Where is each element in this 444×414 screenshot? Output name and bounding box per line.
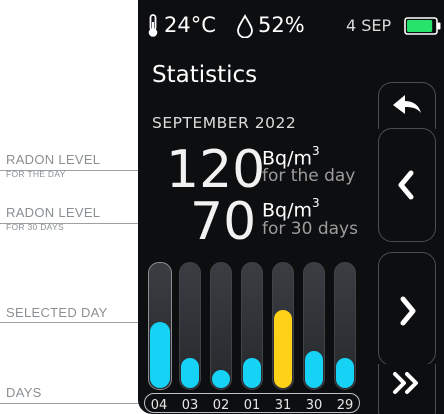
- double-chevron-right-icon: [393, 372, 418, 394]
- annotation-radon-day-title: RADON LEVEL: [6, 152, 101, 167]
- month-label: SEPTEMBER 2022: [152, 114, 297, 132]
- day-bar-fill: [305, 351, 323, 388]
- day-bar-fill: [336, 358, 354, 388]
- radon-day-value: 120: [166, 140, 266, 200]
- humidity-drop-icon: [236, 14, 254, 42]
- day-bar-fill: [243, 358, 261, 388]
- page-title: Statistics: [152, 62, 258, 88]
- day-bar-01[interactable]: [241, 262, 263, 390]
- radon-30-unit-superscript: 3: [312, 196, 320, 210]
- annotation-radon-30-title: RADON LEVEL: [6, 205, 101, 220]
- day-label-02[interactable]: 02: [207, 398, 235, 413]
- day-bar-fill: [181, 358, 199, 388]
- annotation-days: DAYS: [6, 385, 42, 400]
- annotation-line-days: [0, 403, 146, 404]
- annotation-line-radon-30: [0, 223, 160, 224]
- status-date: 4 SEP: [346, 16, 392, 35]
- day-bar-03[interactable]: [179, 262, 201, 390]
- chevron-left-icon: [398, 170, 414, 200]
- day-label-01[interactable]: 01: [238, 398, 266, 413]
- annotation-line-radon-day: [0, 170, 160, 171]
- day-bar-04[interactable]: [148, 262, 172, 390]
- radon-30-label: for 30 days: [262, 219, 358, 239]
- annotation-line-selected-day: [0, 322, 150, 323]
- daily-bar-chart: [148, 262, 363, 392]
- day-label-31[interactable]: 31: [269, 398, 297, 413]
- next-button[interactable]: [378, 252, 436, 366]
- day-bar-fill: [150, 322, 170, 388]
- day-bar-29[interactable]: [334, 262, 356, 390]
- skip-forward-button[interactable]: [378, 364, 436, 414]
- annotation-days-title: DAYS: [6, 385, 42, 400]
- previous-button[interactable]: [378, 128, 436, 242]
- status-bar: 24°C 52% 4 SEP: [138, 12, 444, 40]
- annotation-radon-30: RADON LEVEL FOR 30 DAYS: [6, 205, 100, 232]
- back-arrow-icon: [393, 95, 421, 114]
- radon-30-unit: Bq/m3: [262, 196, 320, 220]
- day-bar-30[interactable]: [303, 262, 325, 390]
- thermometer-icon: [146, 14, 160, 42]
- selected-day-bar-fill: [274, 310, 292, 388]
- annotation-selected-day-title: SELECTED DAY: [6, 305, 108, 320]
- annotation-selected-day: SELECTED DAY: [6, 305, 108, 320]
- back-button[interactable]: [378, 82, 436, 129]
- battery-icon: [404, 17, 442, 39]
- radon-day-unit-superscript: 3: [312, 144, 320, 158]
- day-bar-fill: [212, 370, 230, 388]
- annotation-radon-day: RADON LEVEL FOR THE DAY: [6, 152, 100, 179]
- chevron-right-icon: [400, 296, 416, 326]
- day-bar-31[interactable]: [272, 262, 294, 390]
- day-label-30[interactable]: 30: [300, 398, 328, 413]
- day-bar-02[interactable]: [210, 262, 232, 390]
- humidity-value: 52%: [258, 13, 305, 37]
- day-label-03[interactable]: 03: [176, 398, 204, 413]
- day-label-04[interactable]: 04: [145, 398, 173, 413]
- day-label-29[interactable]: 29: [331, 398, 359, 413]
- radon-day-label: for the day: [262, 166, 356, 186]
- radon-30-value: 70: [190, 192, 257, 252]
- device-screen: 24°C 52% 4 SEP Statistics SEPTEMBER 2022…: [138, 0, 444, 414]
- temperature-value: 24°C: [164, 13, 216, 37]
